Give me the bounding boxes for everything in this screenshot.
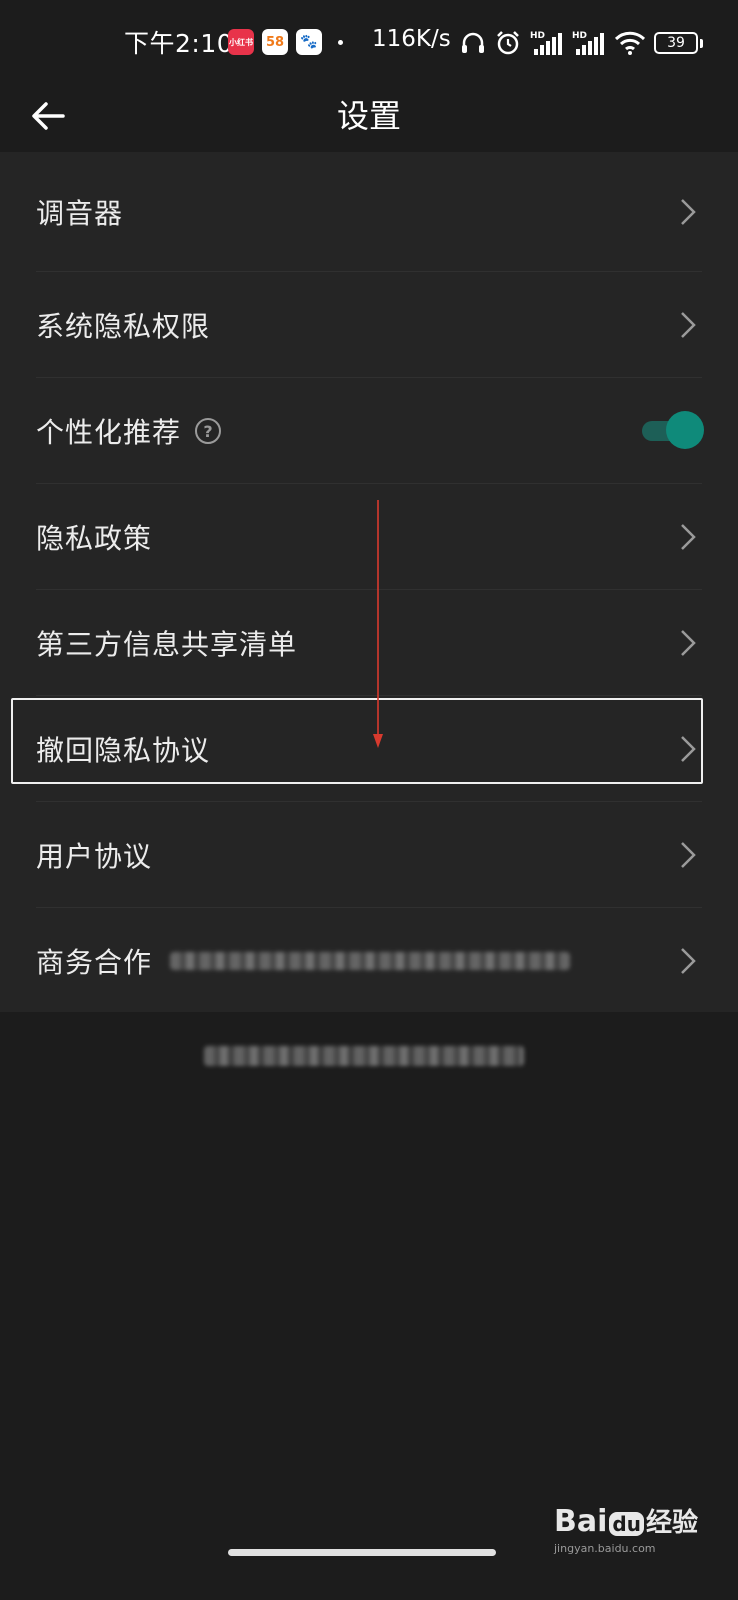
status-bar: 下午2:10 小红书 58 🐾 116K/s HD HD 39 bbox=[0, 0, 738, 80]
signal-hd-label: HD bbox=[530, 31, 545, 41]
toggle-thumb bbox=[666, 411, 704, 449]
baidu-paw-icon: 🐾 bbox=[296, 29, 322, 55]
app-bar: 设置 bbox=[0, 80, 738, 152]
settings-item-privacy-policy[interactable]: 隐私政策 bbox=[0, 484, 738, 590]
settings-item-label: 用户协议 bbox=[36, 840, 153, 873]
settings-item-label: 系统隐私权限 bbox=[36, 310, 211, 343]
watermark-url: jingyan.baidu.com bbox=[554, 1542, 656, 1555]
watermark-brand-bai: Bai bbox=[554, 1504, 608, 1539]
settings-item-label: 第三方信息共享清单 bbox=[36, 628, 298, 661]
settings-item-third-party-sharing[interactable]: 第三方信息共享清单 bbox=[0, 590, 738, 696]
settings-card: 调音器 系统隐私权限 个性化推荐 ? 隐私政策 第三方信息共享清单 撤回隐私协议 bbox=[0, 152, 738, 1012]
signal-hd-icon: HD bbox=[530, 31, 562, 55]
signal-hd-icon-2: HD bbox=[572, 31, 604, 55]
page-title: 设置 bbox=[336, 97, 401, 135]
personalized-recommend-toggle[interactable] bbox=[642, 411, 704, 449]
chevron-right-icon bbox=[681, 524, 696, 550]
chevron-right-icon bbox=[681, 842, 696, 868]
settings-item-business-cooperation[interactable]: 商务合作 bbox=[0, 908, 738, 1014]
settings-item-label: 撤回隐私协议 bbox=[36, 734, 211, 767]
notification-dot-icon bbox=[338, 40, 343, 45]
settings-item-user-agreement[interactable]: 用户协议 bbox=[0, 802, 738, 908]
back-button[interactable] bbox=[26, 94, 70, 138]
watermark-brand-jingyan: 经验 bbox=[645, 1508, 698, 1538]
headphones-icon bbox=[462, 32, 484, 53]
chevron-right-icon bbox=[681, 948, 696, 974]
chevron-right-icon bbox=[681, 312, 696, 338]
chevron-right-icon bbox=[681, 199, 696, 225]
home-indicator[interactable] bbox=[228, 1549, 496, 1556]
battery-level: 39 bbox=[654, 32, 698, 54]
settings-item-label: 调音器 bbox=[36, 197, 124, 230]
settings-item-label: 个性化推荐 bbox=[36, 416, 182, 449]
wifi-icon bbox=[614, 31, 646, 55]
redacted-email bbox=[170, 952, 571, 970]
settings-item-label: 商务合作 bbox=[36, 946, 153, 979]
settings-item-personalized-recommend: 个性化推荐 ? bbox=[0, 378, 738, 484]
settings-item-tuner[interactable]: 调音器 bbox=[0, 152, 738, 272]
baidu-jingyan-watermark: Bai du 经验 jingyan.baidu.com bbox=[554, 1494, 714, 1555]
network-speed: 116K/s bbox=[372, 26, 451, 52]
alarm-icon bbox=[497, 31, 519, 55]
58-app-icon: 58 bbox=[262, 29, 288, 55]
battery-icon: 39 bbox=[654, 32, 703, 54]
watermark-brand-du: du bbox=[609, 1512, 644, 1536]
redacted-version-text bbox=[204, 1046, 524, 1066]
signal-hd-label-2: HD bbox=[572, 31, 587, 41]
status-icons: HD HD 39 bbox=[460, 28, 703, 58]
chevron-right-icon bbox=[681, 736, 696, 762]
chevron-right-icon bbox=[681, 630, 696, 656]
status-time: 下午2:10 bbox=[124, 29, 234, 58]
settings-item-revoke-privacy[interactable]: 撤回隐私协议 bbox=[0, 696, 738, 802]
watermark-brand: Bai du 经验 bbox=[554, 1502, 698, 1539]
settings-list: 调音器 系统隐私权限 个性化推荐 ? 隐私政策 第三方信息共享清单 撤回隐私协议 bbox=[0, 152, 738, 1014]
help-question-icon[interactable]: ? bbox=[195, 418, 222, 444]
settings-item-system-privacy[interactable]: 系统隐私权限 bbox=[0, 272, 738, 378]
back-arrow-icon bbox=[32, 102, 65, 130]
settings-item-label: 隐私政策 bbox=[36, 522, 153, 555]
battery-tip bbox=[700, 38, 703, 48]
xiaohongshu-icon: 小红书 bbox=[228, 29, 254, 55]
